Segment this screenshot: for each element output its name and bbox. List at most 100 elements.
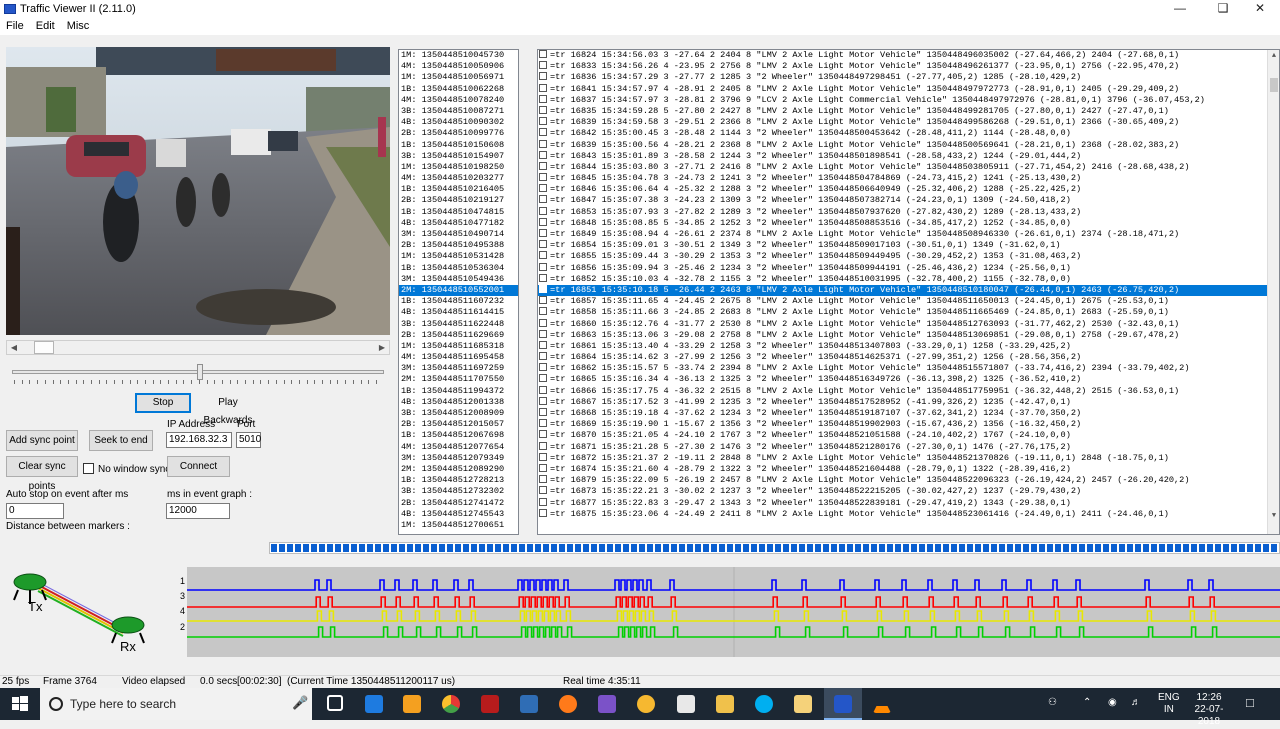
event-row[interactable]: =tr 16871 15:35:21.28 5 -27.30 2 1476 3 … <box>538 441 1267 453</box>
event-row[interactable]: =tr 16841 15:34:57.97 4 -28.91 2 2405 8 … <box>538 83 1267 95</box>
play-backwards-button[interactable]: Play Backwards <box>193 393 263 426</box>
timestamp-row[interactable]: 2B: 1350448510219127 <box>399 195 518 206</box>
clear-sync-points-button[interactable]: Clear sync points <box>6 456 78 492</box>
event-row-checkbox[interactable] <box>539 61 547 70</box>
event-row-checkbox[interactable] <box>539 161 547 170</box>
event-row[interactable]: =tr 16854 15:35:09.01 3 -30.51 2 1349 3 … <box>538 240 1267 251</box>
timestamp-row[interactable]: 3M: 1350448511697259 <box>399 363 518 374</box>
event-row-checkbox[interactable] <box>539 117 547 126</box>
timestamp-row[interactable]: 2B: 1350448512741472 <box>399 498 518 509</box>
stop-button[interactable]: Stop <box>135 393 191 413</box>
event-row[interactable]: =tr 16852 15:35:10.03 4 -32.78 2 1155 3 … <box>538 273 1267 285</box>
folder-icon[interactable] <box>794 695 812 713</box>
event-row-checkbox[interactable] <box>539 374 547 383</box>
event-row[interactable]: =tr 16870 15:35:21.05 4 -24.10 2 1767 3 … <box>538 430 1267 441</box>
timestamp-row[interactable]: 1B: 1350448512067698 <box>399 430 518 441</box>
timestamp-row[interactable]: 1M: 1350448512700651 <box>399 520 518 531</box>
minimize-icon[interactable]: — <box>1160 0 1200 18</box>
timestamp-row[interactable]: 4M: 1350448510050906 <box>399 61 518 72</box>
event-row[interactable]: =tr 16860 15:35:12.76 4 -31.77 2 2530 8 … <box>538 318 1267 330</box>
timestamp-row[interactable]: 4M: 1350448511695458 <box>399 352 518 363</box>
event-scroll-thumb[interactable] <box>1270 78 1278 92</box>
event-row-checkbox[interactable] <box>539 408 547 416</box>
event-row-checkbox[interactable] <box>539 441 547 450</box>
timestamp-row[interactable]: 4B: 1350448510090302 <box>399 117 518 128</box>
timestamp-row[interactable]: 2B: 1350448510099776 <box>399 128 518 139</box>
event-row-checkbox[interactable] <box>539 419 547 428</box>
scroll-left-icon[interactable]: ◀ <box>7 341 21 354</box>
event-row-checkbox[interactable] <box>539 240 547 249</box>
event-row-checkbox[interactable] <box>539 296 547 305</box>
timestamp-row[interactable]: 1B: 1350448512728213 <box>399 475 518 486</box>
timestamp-row[interactable]: 3M: 1350448512079349 <box>399 453 518 464</box>
event-row-checkbox[interactable] <box>539 229 547 237</box>
event-row[interactable]: =tr 16855 15:35:09.44 3 -30.29 2 1353 3 … <box>538 251 1267 262</box>
event-row[interactable]: =tr 16849 15:35:08.94 4 -26.61 2 2374 8 … <box>538 229 1267 240</box>
timestamp-row[interactable]: 2M: 1350448511707550 <box>399 374 518 385</box>
timestamp-row[interactable]: 1M: 1350448510045730 <box>399 50 518 61</box>
menu-file[interactable]: File <box>0 18 30 32</box>
event-row-checkbox[interactable] <box>539 50 547 58</box>
event-row[interactable]: =tr 16851 15:35:10.18 5 -26.44 2 2463 8 … <box>538 284 1267 297</box>
scroll-thumb[interactable] <box>34 341 54 354</box>
store-icon[interactable] <box>403 695 421 713</box>
event-row-checkbox[interactable] <box>539 385 547 394</box>
event-row-checkbox[interactable] <box>539 329 547 338</box>
event-row[interactable]: =tr 16862 15:35:15.57 5 -33.74 2 2394 8 … <box>538 363 1267 374</box>
event-row-checkbox[interactable] <box>539 273 547 282</box>
people-icon[interactable]: ⚇ <box>1048 697 1057 729</box>
network-icon[interactable]: ◉ <box>1108 697 1117 729</box>
event-row[interactable]: =tr 16877 15:35:22.83 3 -29.47 2 1343 3 … <box>538 497 1267 509</box>
event-row[interactable]: =tr 16879 15:35:22.09 5 -26.19 2 2457 8 … <box>538 475 1267 486</box>
event-row[interactable]: =tr 16875 15:35:23.06 4 -24.49 2 2411 8 … <box>538 508 1267 520</box>
event-row-checkbox[interactable] <box>539 184 547 193</box>
skype-icon[interactable] <box>755 695 773 713</box>
timestamp-row[interactable]: 1B: 1350448510474815 <box>399 207 518 218</box>
event-graph[interactable] <box>187 567 1280 657</box>
event-row-checkbox[interactable] <box>539 486 547 495</box>
timestamp-row[interactable]: 2B: 1350448511629669 <box>399 330 518 341</box>
timestamp-row[interactable]: 2M: 1350448510552001 <box>399 284 518 297</box>
event-row-checkbox[interactable] <box>539 94 547 103</box>
event-row[interactable]: =tr 16846 15:35:06.64 4 -25.32 2 1288 3 … <box>538 184 1267 195</box>
event-row-checkbox[interactable] <box>539 105 547 114</box>
timestamp-row[interactable]: 1M: 1350448510056971 <box>399 72 518 83</box>
auto-stop-input[interactable]: 0 <box>6 503 64 519</box>
event-row-checkbox[interactable] <box>539 396 547 405</box>
sound-icon[interactable]: ♬ <box>1131 697 1141 729</box>
clock[interactable]: 12:26 22-07-2018 <box>1185 692 1233 727</box>
event-row-checkbox[interactable] <box>539 83 547 92</box>
event-row[interactable]: =tr 16833 15:34:56.26 4 -23.95 2 2756 8 … <box>538 61 1267 72</box>
event-row-checkbox[interactable] <box>539 508 547 517</box>
event-row[interactable]: =tr 16867 15:35:17.52 3 -41.99 2 1235 3 … <box>538 396 1267 408</box>
event-row-checkbox[interactable] <box>539 318 547 327</box>
event-row[interactable]: =tr 16864 15:35:14.62 3 -27.99 2 1256 3 … <box>538 352 1267 363</box>
event-row[interactable]: =tr 16839 15:34:59.58 3 -29.51 2 2366 8 … <box>538 117 1267 128</box>
event-row-checkbox[interactable] <box>539 251 547 260</box>
event-row[interactable]: =tr 16845 15:35:04.78 3 -24.73 2 1241 3 … <box>538 173 1267 184</box>
event-row-checkbox[interactable] <box>539 352 547 361</box>
event-row-checkbox[interactable] <box>539 217 547 226</box>
event-row[interactable]: =tr 16837 15:34:57.97 3 -28.81 2 3796 9 … <box>538 94 1267 106</box>
event-row[interactable]: =tr 16824 15:34:56.03 3 -27.64 2 2404 8 … <box>538 50 1267 61</box>
event-row-checkbox[interactable] <box>539 139 547 148</box>
seek-slider[interactable] <box>12 364 384 388</box>
timestamp-row[interactable]: 3B: 1350448511622448 <box>399 319 518 330</box>
event-row-checkbox[interactable] <box>539 150 547 159</box>
timestamp-row[interactable]: 3M: 1350448510549436 <box>399 274 518 285</box>
timestamp-row[interactable]: 3B: 1350448512008909 <box>399 408 518 419</box>
timestamp-row[interactable]: 4B: 1350448510477182 <box>399 218 518 229</box>
timestamp-row[interactable]: 4M: 1350448512077654 <box>399 442 518 453</box>
timestamp-row[interactable]: 1M: 1350448510531428 <box>399 251 518 262</box>
timestamp-row[interactable]: 4M: 1350448510078240 <box>399 95 518 106</box>
taskbar-search-box[interactable]: Type here to search 🎤 <box>40 688 312 720</box>
event-row[interactable]: =tr 16839 15:35:00.56 4 -28.21 2 2368 8 … <box>538 139 1267 151</box>
timestamp-row[interactable]: 1B: 1350448511607232 <box>399 296 518 307</box>
timestamp-row[interactable]: 1M: 1350448511685318 <box>399 341 518 352</box>
timestamp-row[interactable]: 1M: 1350448510198250 <box>399 162 518 173</box>
timestamp-row[interactable]: 1B: 1350448511994372 <box>399 386 518 397</box>
timestamp-row[interactable]: 2B: 1350448510495388 <box>399 240 518 251</box>
event-row[interactable]: =tr 16873 15:35:22.21 3 -30.02 2 1237 3 … <box>538 486 1267 497</box>
event-row-checkbox[interactable] <box>539 363 547 372</box>
event-row[interactable]: =tr 16853 15:35:07.93 3 -27.82 2 1289 3 … <box>538 206 1267 218</box>
